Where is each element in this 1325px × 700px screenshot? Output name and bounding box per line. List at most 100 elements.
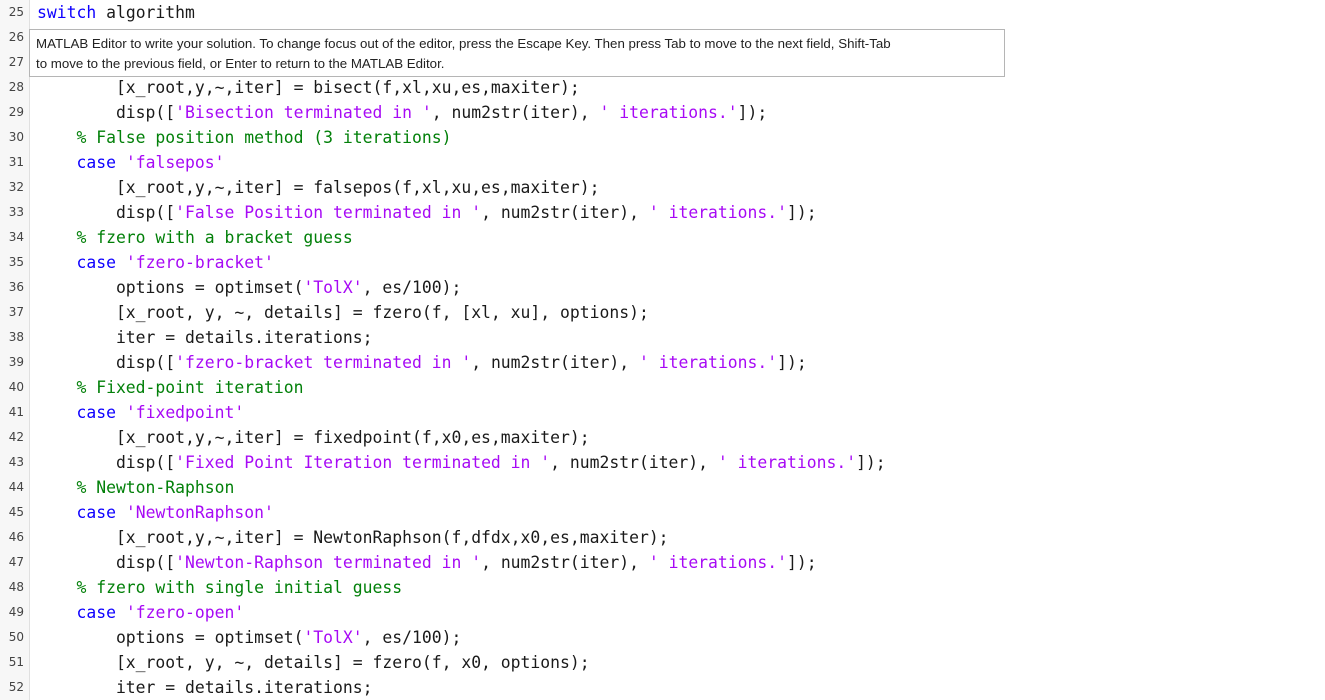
code-line[interactable]: 47 disp(['Newton-Raphson terminated in '… <box>0 550 1325 575</box>
code-token: , num2str(iter), <box>471 353 639 372</box>
code-line[interactable]: 42 [x_root,y,~,iter] = fixedpoint(f,x0,e… <box>0 425 1325 450</box>
code-text: case 'fixedpoint' <box>37 400 244 425</box>
code-line[interactable]: 43 disp(['Fixed Point Iteration terminat… <box>0 450 1325 475</box>
code-token: [x_root,y,~,iter] = falsepos(f,xl,xu,es,… <box>37 178 600 197</box>
editor-accessibility-tooltip: MATLAB Editor to write your solution. To… <box>29 29 1005 77</box>
code-token: , num2str(iter), <box>550 453 718 472</box>
string-token: 'fzero-bracket' <box>125 253 274 272</box>
line-number: 49 <box>8 605 24 619</box>
code-line[interactable]: 44 % Newton-Raphson <box>0 475 1325 500</box>
code-text: iter = details.iterations; <box>37 325 373 350</box>
code-text: [x_root,y,~,iter] = fixedpoint(f,x0,es,m… <box>37 425 590 450</box>
code-line[interactable]: 25 switch algorithm <box>0 0 1325 25</box>
code-text: options = optimset('TolX', es/100); <box>37 625 461 650</box>
code-line[interactable]: 39 disp(['fzero-bracket terminated in ',… <box>0 350 1325 375</box>
keyword-token: case <box>76 153 116 172</box>
code-line[interactable]: 49 case 'fzero-open' <box>0 600 1325 625</box>
code-text: case 'fzero-bracket' <box>37 250 274 275</box>
code-line[interactable]: 46 [x_root,y,~,iter] = NewtonRaphson(f,d… <box>0 525 1325 550</box>
code-line[interactable]: 32 [x_root,y,~,iter] = falsepos(f,xl,xu,… <box>0 175 1325 200</box>
code-line[interactable]: 35 case 'fzero-bracket' <box>0 250 1325 275</box>
line-number: 45 <box>8 505 24 519</box>
code-text: disp(['False Position terminated in ', n… <box>37 200 817 225</box>
tooltip-line-2: to move to the previous field, or Enter … <box>36 56 445 71</box>
code-token: , num2str(iter), <box>481 203 649 222</box>
line-number: 52 <box>8 680 24 694</box>
code-text: disp(['fzero-bracket terminated in ', nu… <box>37 350 807 375</box>
code-text: [x_root, y, ~, details] = fzero(f, x0, o… <box>37 650 590 675</box>
code-line[interactable]: 34 % fzero with a bracket guess <box>0 225 1325 250</box>
code-token: algorithm <box>96 3 195 22</box>
line-number: 30 <box>8 130 24 144</box>
code-line[interactable]: 33 disp(['False Position terminated in '… <box>0 200 1325 225</box>
code-token: iter = details.iterations; <box>37 678 373 697</box>
string-token: 'TolX' <box>303 278 363 297</box>
line-number: 50 <box>8 630 24 644</box>
code-line[interactable]: 45 case 'NewtonRaphson' <box>0 500 1325 525</box>
line-number: 41 <box>8 405 24 419</box>
code-line[interactable]: 38 iter = details.iterations; <box>0 325 1325 350</box>
code-token: , es/100); <box>362 278 462 297</box>
code-token: ]); <box>856 453 886 472</box>
code-token: options = optimset( <box>37 628 304 647</box>
code-line[interactable]: 48 % fzero with single initial guess <box>0 575 1325 600</box>
code-text: disp(['Fixed Point Iteration terminated … <box>37 450 886 475</box>
code-text: [x_root,y,~,iter] = bisect(f,xl,xu,es,ma… <box>37 75 580 100</box>
comment-token: % fzero with single initial guess <box>37 578 403 597</box>
code-line[interactable]: 52 iter = details.iterations; <box>0 675 1325 700</box>
code-line[interactable]: 41 case 'fixedpoint' <box>0 400 1325 425</box>
code-token: iter = details.iterations; <box>37 328 373 347</box>
comment-token: % fzero with a bracket guess <box>37 228 353 247</box>
code-text: % Fixed-point iteration <box>37 375 303 400</box>
line-number: 46 <box>8 530 24 544</box>
line-number: 26 <box>8 30 24 44</box>
code-token: ]); <box>777 353 807 372</box>
code-line[interactable]: 30 % False position method (3 iterations… <box>0 125 1325 150</box>
line-number: 37 <box>8 305 24 319</box>
code-line[interactable]: 40 % Fixed-point iteration <box>0 375 1325 400</box>
line-number: 31 <box>8 155 24 169</box>
tooltip-line-1: MATLAB Editor to write your solution. To… <box>36 36 891 51</box>
code-line[interactable]: 36 options = optimset('TolX', es/100); <box>0 275 1325 300</box>
string-token: ' iterations.' <box>638 353 778 372</box>
comment-token: % Fixed-point iteration <box>37 378 304 397</box>
matlab-code-editor[interactable]: 25 switch algorithm 26 27 28 [x_root,y,~,ite… <box>0 0 1325 700</box>
code-line[interactable]: 28 [x_root,y,~,iter] = bisect(f,xl,xu,es… <box>0 75 1325 100</box>
line-number: 29 <box>8 105 24 119</box>
line-number: 32 <box>8 180 24 194</box>
string-token: 'TolX' <box>303 628 363 647</box>
code-token: , num2str(iter), <box>431 103 600 122</box>
keyword-token: case <box>76 503 116 522</box>
code-line[interactable]: 37 [x_root, y, ~, details] = fzero(f, [x… <box>0 300 1325 325</box>
line-number: 51 <box>8 655 24 669</box>
code-text: iter = details.iterations; <box>37 675 373 700</box>
line-number: 39 <box>8 355 24 369</box>
code-token: disp([ <box>37 103 176 122</box>
code-token: options = optimset( <box>37 278 304 297</box>
string-token: 'NewtonRaphson' <box>125 503 274 522</box>
code-text: % fzero with single initial guess <box>37 575 402 600</box>
line-number: 43 <box>8 455 24 469</box>
line-number: 48 <box>8 580 24 594</box>
code-token: ]); <box>787 203 817 222</box>
line-number: 27 <box>8 55 24 69</box>
code-token: [x_root,y,~,iter] = bisect(f,xl,xu,es,ma… <box>37 78 580 97</box>
code-line[interactable]: 31 case 'falsepos' <box>0 150 1325 175</box>
code-text: switch algorithm <box>37 0 195 25</box>
string-token: 'fzero-bracket terminated in ' <box>175 353 472 372</box>
code-line[interactable]: 29 disp(['Bisection terminated in ', num… <box>0 100 1325 125</box>
code-token: [x_root,y,~,iter] = fixedpoint(f,x0,es,m… <box>37 428 590 447</box>
string-token: 'False Position terminated in ' <box>175 203 482 222</box>
line-number: 35 <box>8 255 24 269</box>
string-token: 'fixedpoint' <box>125 403 245 422</box>
code-line[interactable]: 51 [x_root, y, ~, details] = fzero(f, x0… <box>0 650 1325 675</box>
code-line[interactable]: 50 options = optimset('TolX', es/100); <box>0 625 1325 650</box>
